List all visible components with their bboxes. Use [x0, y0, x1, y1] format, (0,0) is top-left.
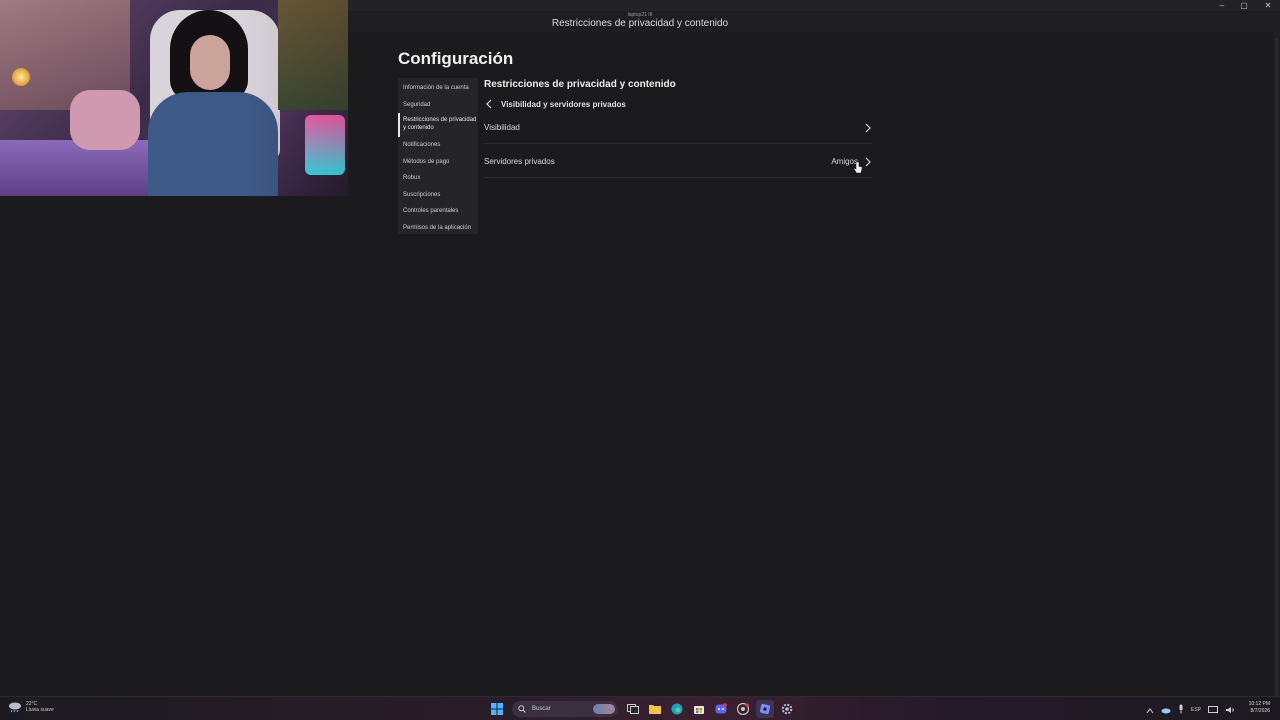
volume-icon[interactable] — [1225, 701, 1235, 719]
chevron-up-icon[interactable] — [1146, 701, 1154, 719]
chevron-right-icon — [864, 123, 872, 133]
edge-icon[interactable] — [668, 700, 686, 718]
windows-start-icon[interactable] — [488, 700, 506, 718]
onedrive-icon[interactable] — [1161, 701, 1171, 719]
search-icon — [518, 705, 526, 713]
scrollbar-track — [1275, 38, 1278, 698]
sidebar-item-label: Robux — [403, 175, 421, 182]
weather-widget[interactable]: 22°C Lluvia suave — [8, 701, 54, 713]
taskbar-apps: Buscar — [488, 700, 796, 718]
chevron-left-icon[interactable] — [484, 98, 494, 110]
subsection-title: Visibilidad y servidores privados — [501, 99, 626, 109]
scrollbar[interactable] — [1273, 32, 1280, 698]
private-servers-row[interactable]: Servidores privados Amigos — [484, 146, 872, 178]
search-highlight-art — [593, 704, 615, 714]
app-window: – ▢ ✕ laptop21 III Restricciones de priv… — [0, 0, 1280, 720]
back-row: Visibilidad y servidores privados — [484, 97, 626, 111]
sidebar-item-account-info[interactable]: Información de la cuenta — [398, 80, 478, 97]
taskbar: 22°C Lluvia suave Buscar ESP 10:12 PM 8/… — [0, 696, 1280, 720]
taskbar-clock[interactable]: 10:12 PM 8/7/2026 — [1240, 701, 1270, 715]
webcam-shade — [0, 0, 348, 196]
hand-cursor-icon — [853, 161, 863, 175]
clock-date: 8/7/2026 — [1250, 708, 1270, 714]
sidebar-item-label: Métodos de pago — [403, 158, 450, 165]
chrome-icon[interactable] — [734, 700, 752, 718]
sidebar-item-label: Controles parentales — [403, 208, 459, 215]
webcam-overlay — [0, 0, 348, 196]
network-icon[interactable] — [1208, 701, 1219, 719]
sidebar-item-robux[interactable]: Robux — [398, 170, 478, 187]
search-placeholder: Buscar — [532, 706, 551, 712]
minimize-button[interactable]: – — [1210, 0, 1234, 11]
close-button[interactable]: ✕ — [1256, 0, 1280, 11]
row-label: Visibilidad — [484, 123, 520, 132]
section-title: Restricciones de privacidad y contenido — [484, 79, 676, 90]
sidebar-item-label: Información de la cuenta — [403, 85, 469, 92]
discord-icon[interactable] — [712, 700, 730, 718]
weather-condition: Lluvia suave — [26, 707, 54, 713]
sidebar-item-security[interactable]: Seguridad — [398, 97, 478, 114]
settings-sidebar: Información de la cuenta Seguridad Restr… — [398, 78, 478, 234]
sidebar-item-app-permissions[interactable]: Permisos de la aplicación — [398, 220, 478, 237]
store-icon[interactable] — [690, 700, 708, 718]
task-view-icon[interactable] — [624, 700, 642, 718]
sidebar-item-parental-controls[interactable]: Controles parentales — [398, 203, 478, 220]
row-right — [858, 123, 872, 133]
sidebar-item-subscriptions[interactable]: Suscripciones — [398, 187, 478, 204]
sidebar-item-label: Permisos de la aplicación — [403, 224, 472, 231]
sidebar-item-label: Restricciones de privacidad y contenido — [403, 117, 477, 131]
window-title: Restricciones de privacidad y contenido — [551, 18, 729, 29]
roblox-icon[interactable] — [756, 700, 774, 718]
sidebar-item-privacy[interactable]: Restricciones de privacidad y contenido — [398, 113, 478, 137]
sidebar-item-notifications[interactable]: Notificaciones — [398, 137, 478, 154]
language-indicator[interactable]: ESP — [1191, 707, 1201, 713]
row-right: Amigos — [831, 157, 872, 167]
visibility-row[interactable]: Visibilidad — [484, 112, 872, 144]
cloud-rain-icon — [9, 702, 21, 713]
clock-time: 10:12 PM — [1248, 701, 1270, 707]
sidebar-item-label: Seguridad — [403, 101, 431, 108]
sidebar-item-label: Notificaciones — [403, 142, 441, 149]
chevron-right-icon — [864, 157, 872, 167]
settings-icon[interactable] — [778, 700, 796, 718]
taskbar-search[interactable]: Buscar — [512, 701, 618, 717]
system-tray: ESP — [1146, 701, 1235, 719]
sidebar-item-payment-methods[interactable]: Métodos de pago — [398, 154, 478, 171]
row-label: Servidores privados — [484, 157, 555, 166]
file-explorer-icon[interactable] — [646, 700, 664, 718]
maximize-button[interactable]: ▢ — [1232, 0, 1256, 11]
microphone-icon[interactable] — [1178, 701, 1184, 719]
page-title: Configuración — [398, 49, 514, 68]
sidebar-item-label: Suscripciones — [403, 191, 441, 198]
